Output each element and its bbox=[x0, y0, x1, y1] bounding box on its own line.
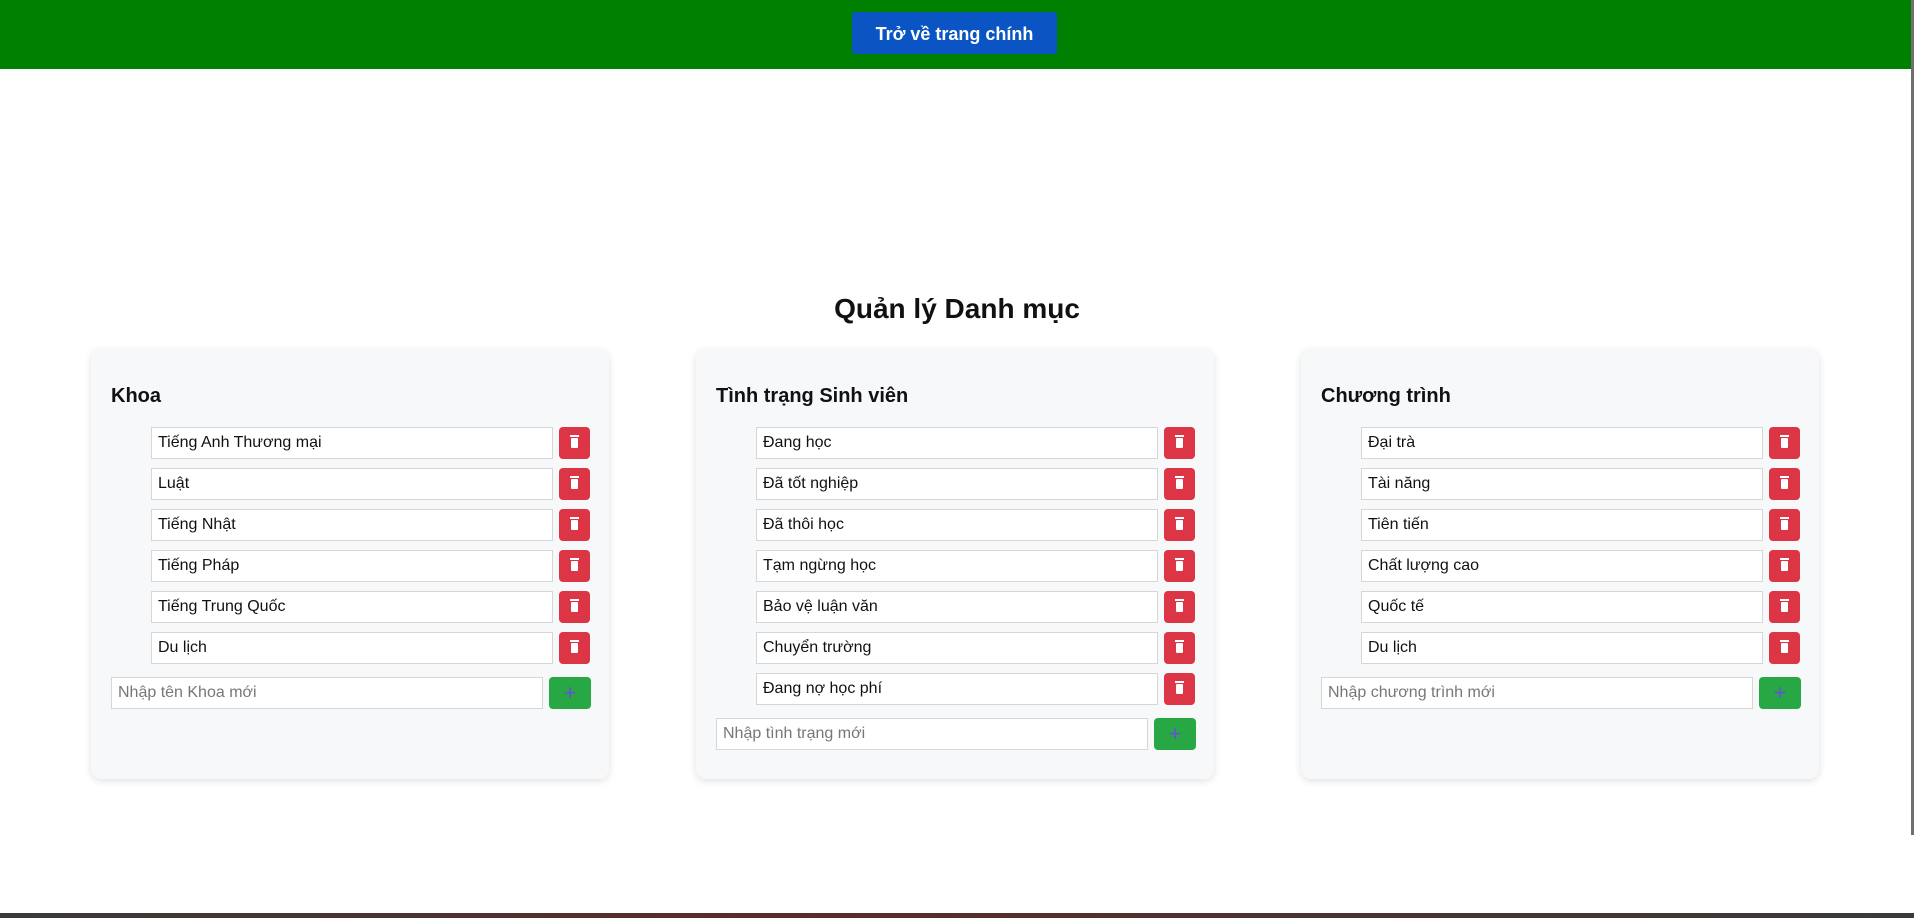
list-item: Đang học bbox=[756, 427, 1195, 459]
student-status-card: Tình trạng Sinh viên Đang học Đã tốt ngh… bbox=[696, 349, 1214, 779]
list-item: Đã thôi học bbox=[756, 509, 1195, 541]
delete-button[interactable] bbox=[1769, 509, 1800, 541]
list-item: Quốc tế bbox=[1361, 591, 1800, 623]
trash-icon bbox=[570, 517, 579, 530]
add-button[interactable]: + bbox=[1154, 718, 1196, 750]
trash-icon bbox=[570, 640, 579, 653]
item-name-field[interactable]: Tiếng Trung Quốc bbox=[151, 591, 553, 623]
trash-icon bbox=[570, 435, 579, 448]
list-item: Tiếng Anh Thương mại bbox=[151, 427, 590, 459]
list-item: Du lịch bbox=[151, 632, 590, 664]
item-name-field[interactable]: Quốc tế bbox=[1361, 591, 1763, 623]
list-item: Chuyển trường bbox=[756, 632, 1195, 664]
list-item: Đang nợ học phí bbox=[756, 673, 1195, 705]
item-name-field[interactable]: Tài năng bbox=[1361, 468, 1763, 500]
delete-button[interactable] bbox=[1164, 427, 1195, 459]
new-program-input[interactable] bbox=[1321, 677, 1753, 709]
delete-button[interactable] bbox=[559, 632, 590, 664]
trash-icon bbox=[570, 599, 579, 612]
item-name-field[interactable]: Du lịch bbox=[151, 632, 553, 664]
back-to-home-button[interactable]: Trở về trang chính bbox=[852, 12, 1057, 54]
trash-icon bbox=[570, 476, 579, 489]
plus-icon: + bbox=[1773, 680, 1787, 705]
new-faculty-input[interactable] bbox=[111, 677, 543, 709]
delete-button[interactable] bbox=[1769, 632, 1800, 664]
trash-icon bbox=[1175, 599, 1184, 612]
item-name-field[interactable]: Bảo vệ luận văn bbox=[756, 591, 1158, 623]
delete-button[interactable] bbox=[559, 468, 590, 500]
plus-icon: + bbox=[563, 680, 577, 705]
trash-icon bbox=[1175, 435, 1184, 448]
item-name-field[interactable]: Tiếng Anh Thương mại bbox=[151, 427, 553, 459]
faculty-card: Khoa Tiếng Anh Thương mại Luật Tiếng Nhậ… bbox=[91, 349, 609, 779]
delete-button[interactable] bbox=[1164, 468, 1195, 500]
delete-button[interactable] bbox=[1164, 673, 1195, 705]
item-name-field[interactable]: Đã thôi học bbox=[756, 509, 1158, 541]
trash-icon bbox=[1780, 599, 1789, 612]
item-name-field[interactable]: Tạm ngừng học bbox=[756, 550, 1158, 582]
trash-icon bbox=[1780, 435, 1789, 448]
delete-button[interactable] bbox=[1164, 509, 1195, 541]
delete-button[interactable] bbox=[559, 550, 590, 582]
trash-icon bbox=[1780, 558, 1789, 571]
card-title: Khoa bbox=[111, 385, 161, 407]
item-name-field[interactable]: Tiếng Pháp bbox=[151, 550, 553, 582]
list-item: Tạm ngừng học bbox=[756, 550, 1195, 582]
card-title: Chương trình bbox=[1321, 385, 1451, 407]
item-name-field[interactable]: Đang học bbox=[756, 427, 1158, 459]
delete-button[interactable] bbox=[1769, 468, 1800, 500]
list-item: Du lịch bbox=[1361, 632, 1800, 664]
item-name-field[interactable]: Đại trà bbox=[1361, 427, 1763, 459]
item-name-field[interactable]: Đang nợ học phí bbox=[756, 673, 1158, 705]
list-item: Tiếng Trung Quốc bbox=[151, 591, 590, 623]
trash-icon bbox=[1175, 681, 1184, 694]
delete-button[interactable] bbox=[1164, 632, 1195, 664]
trash-icon bbox=[1780, 476, 1789, 489]
list-item: Luật bbox=[151, 468, 590, 500]
item-name-field[interactable]: Chuyển trường bbox=[756, 632, 1158, 664]
item-name-field[interactable]: Luật bbox=[151, 468, 553, 500]
bottom-border bbox=[0, 913, 1914, 918]
item-name-field[interactable]: Tiên tiến bbox=[1361, 509, 1763, 541]
trash-icon bbox=[1175, 476, 1184, 489]
list-item: Bảo vệ luận văn bbox=[756, 591, 1195, 623]
list-item: Chất lượng cao bbox=[1361, 550, 1800, 582]
list-item: Tài năng bbox=[1361, 468, 1800, 500]
delete-button[interactable] bbox=[1769, 427, 1800, 459]
item-name-field[interactable]: Chất lượng cao bbox=[1361, 550, 1763, 582]
list-item: Tiên tiến bbox=[1361, 509, 1800, 541]
item-name-field[interactable]: Đã tốt nghiệp bbox=[756, 468, 1158, 500]
item-name-field[interactable]: Du lịch bbox=[1361, 632, 1763, 664]
delete-button[interactable] bbox=[1769, 591, 1800, 623]
new-item-row: + bbox=[1321, 677, 1801, 709]
program-card: Chương trình Đại trà Tài năng Tiên tiến … bbox=[1301, 349, 1819, 779]
item-name-field[interactable]: Tiếng Nhật bbox=[151, 509, 553, 541]
page-title: Quản lý Danh mục bbox=[834, 293, 1080, 324]
add-button[interactable]: + bbox=[549, 677, 591, 709]
delete-button[interactable] bbox=[1164, 591, 1195, 623]
add-button[interactable]: + bbox=[1759, 677, 1801, 709]
delete-button[interactable] bbox=[1769, 550, 1800, 582]
new-item-row: + bbox=[716, 718, 1196, 750]
trash-icon bbox=[570, 558, 579, 571]
new-status-input[interactable] bbox=[716, 718, 1148, 750]
trash-icon bbox=[1780, 640, 1789, 653]
trash-icon bbox=[1175, 558, 1184, 571]
list-item: Đã tốt nghiệp bbox=[756, 468, 1195, 500]
list-item: Tiếng Pháp bbox=[151, 550, 590, 582]
plus-icon: + bbox=[1168, 721, 1182, 746]
delete-button[interactable] bbox=[559, 427, 590, 459]
trash-icon bbox=[1175, 517, 1184, 530]
delete-button[interactable] bbox=[1164, 550, 1195, 582]
new-item-row: + bbox=[111, 677, 591, 709]
trash-icon bbox=[1780, 517, 1789, 530]
card-title: Tình trạng Sinh viên bbox=[716, 385, 909, 407]
list-item: Tiếng Nhật bbox=[151, 509, 590, 541]
delete-button[interactable] bbox=[559, 591, 590, 623]
top-header-bar: Trở về trang chính bbox=[0, 0, 1914, 69]
delete-button[interactable] bbox=[559, 509, 590, 541]
list-item: Đại trà bbox=[1361, 427, 1800, 459]
trash-icon bbox=[1175, 640, 1184, 653]
